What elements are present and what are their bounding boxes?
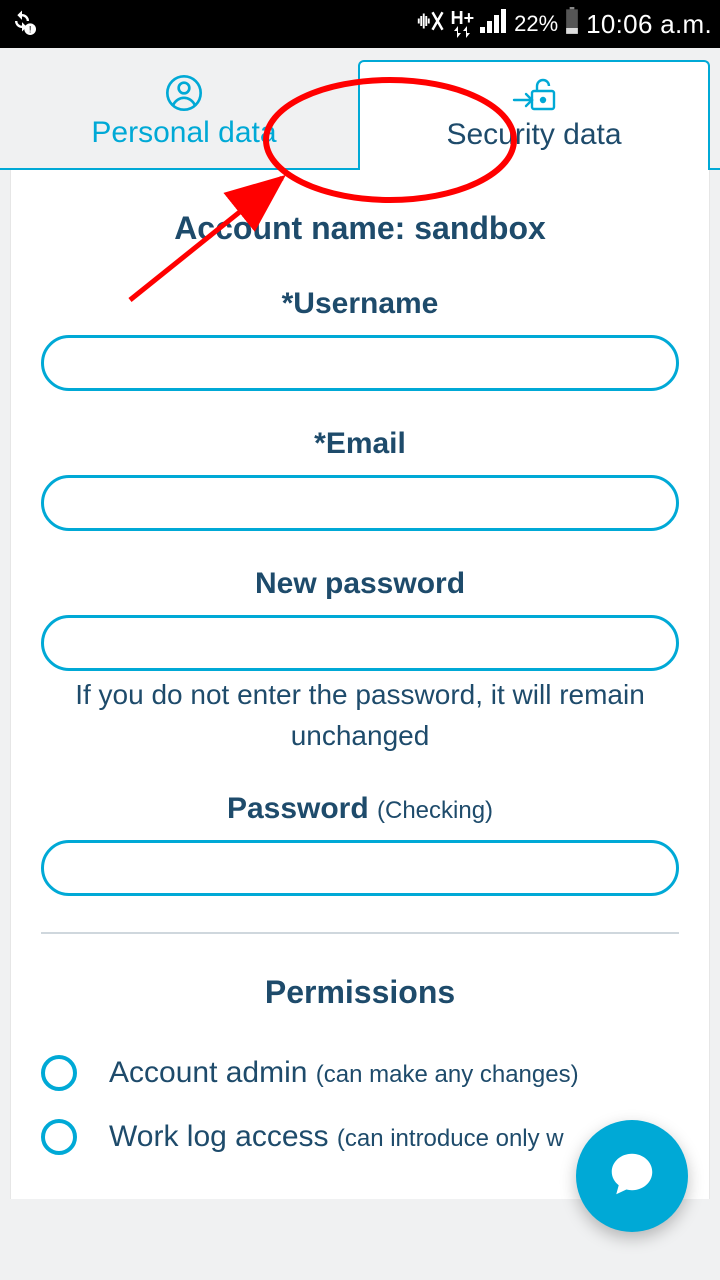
account-name-heading: Account name: sandbox bbox=[41, 210, 679, 247]
person-icon bbox=[164, 74, 204, 112]
new-password-helper: If you do not enter the password, it wil… bbox=[41, 675, 679, 756]
password-check-label: Password (Checking) bbox=[41, 792, 679, 826]
field-username: *Username bbox=[41, 287, 679, 391]
chat-fab[interactable] bbox=[576, 1120, 688, 1232]
permission-option-admin[interactable]: Account admin (can make any changes) bbox=[41, 1041, 679, 1105]
permissions-heading: Permissions bbox=[41, 974, 679, 1011]
chat-icon bbox=[605, 1147, 659, 1206]
field-email: *Email bbox=[41, 427, 679, 531]
tab-label: Personal data bbox=[91, 116, 276, 150]
field-new-password: New password bbox=[41, 567, 679, 671]
section-divider bbox=[41, 932, 679, 934]
svg-text:!: ! bbox=[29, 24, 32, 34]
android-status-bar: ! H+ 22% 10:06 a.m. bbox=[0, 0, 720, 48]
sync-warning-icon: ! bbox=[8, 7, 36, 42]
signal-icon bbox=[480, 9, 508, 40]
network-hplus-icon: H+ bbox=[451, 10, 475, 38]
tab-bar: Personal data Security data bbox=[0, 48, 720, 170]
field-password-check: Password (Checking) bbox=[41, 792, 679, 896]
tab-security-data[interactable]: Security data bbox=[358, 60, 710, 170]
new-password-input[interactable] bbox=[41, 615, 679, 671]
tab-personal-data[interactable]: Personal data bbox=[10, 60, 358, 168]
clock-time: 10:06 a.m. bbox=[586, 9, 712, 40]
battery-icon bbox=[564, 7, 580, 42]
email-input[interactable] bbox=[41, 475, 679, 531]
new-password-label: New password bbox=[41, 567, 679, 601]
username-input[interactable] bbox=[41, 335, 679, 391]
security-form: Account name: sandbox *Username *Email N… bbox=[10, 170, 710, 1199]
tab-label: Security data bbox=[446, 118, 621, 152]
radio-icon bbox=[41, 1119, 77, 1155]
email-label: *Email bbox=[41, 427, 679, 461]
permission-label: Work log access (can introduce only w bbox=[109, 1120, 564, 1154]
username-label: *Username bbox=[41, 287, 679, 321]
login-lock-icon bbox=[508, 76, 560, 114]
radio-icon bbox=[41, 1055, 77, 1091]
battery-percent: 22% bbox=[514, 11, 558, 37]
password-check-input[interactable] bbox=[41, 840, 679, 896]
vibrate-icon bbox=[415, 6, 445, 43]
permission-label: Account admin (can make any changes) bbox=[109, 1056, 579, 1090]
